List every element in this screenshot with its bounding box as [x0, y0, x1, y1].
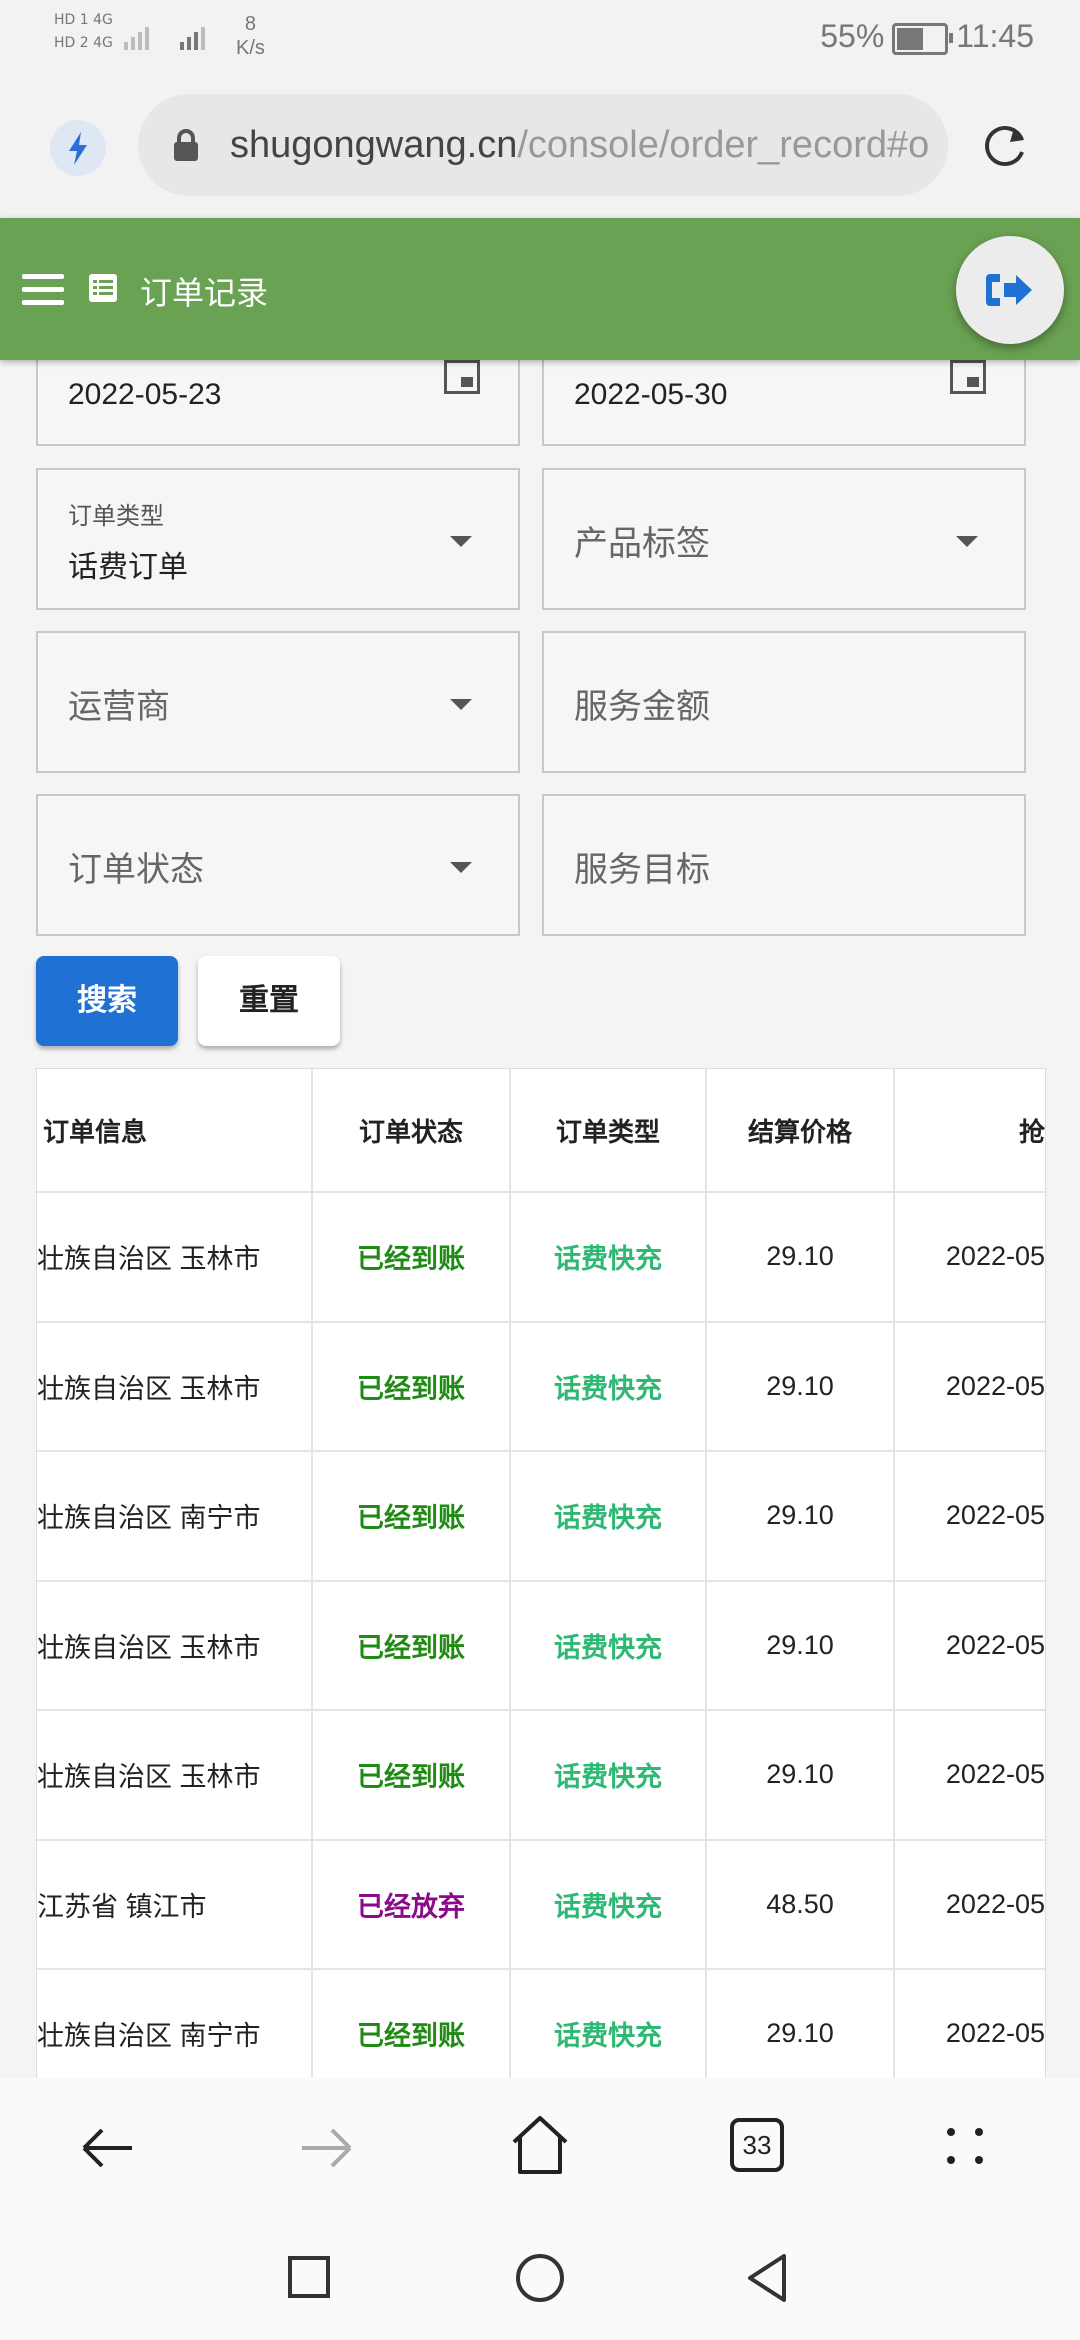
cell-order-info: 壮族自治区 玉林市 — [37, 1581, 313, 1711]
menu-icon[interactable] — [22, 274, 64, 305]
cell-settle-price: 29.10 — [707, 1711, 895, 1841]
network-speed: 8 K/s — [236, 13, 265, 59]
list-icon — [89, 274, 117, 302]
more-icon[interactable] — [940, 2118, 990, 2174]
cell-grab-time: 2022-05 — [895, 1970, 1045, 2079]
tabs-icon[interactable]: 33 — [730, 2118, 784, 2172]
cell-order-info: 壮族自治区 南宁市 — [37, 1970, 313, 2079]
app-header: 订单记录 — [0, 218, 1080, 360]
lock-icon — [174, 129, 198, 161]
clock: 11:45 — [956, 18, 1034, 54]
order-table: 订单信息 订单状态 订单类型 结算价格 抢 壮族自治区 玉林市 已经到账 话费快充 2… — [36, 1068, 1046, 2080]
column-header-grab-time: 抢 — [895, 1069, 1045, 1193]
cell-settle-price: 29.10 — [707, 1322, 895, 1452]
cell-grab-time: 2022-05 — [895, 1711, 1045, 1841]
cell-order-type: 话费快充 — [511, 1322, 707, 1452]
cell-grab-time: 2022-05 — [895, 1452, 1045, 1582]
carrier-select[interactable]: 运营商 — [36, 631, 520, 773]
cell-order-info: 江苏省 镇江市 — [37, 1840, 313, 1970]
cell-settle-price: 29.10 — [707, 1581, 895, 1711]
cell-grab-time: 2022-05 — [895, 1323, 1045, 1452]
browser-bottom-nav: 33 — [0, 2078, 1080, 2218]
status-right: 55% 11:45 — [820, 18, 1034, 55]
cell-order-type: 话费快充 — [511, 1581, 707, 1711]
order-status-select[interactable]: 订单状态 — [36, 794, 520, 936]
cell-order-status: 已经到账 — [313, 1581, 511, 1711]
column-header-order-status: 订单状态 — [313, 1069, 511, 1193]
cell-settle-price: 48.50 — [707, 1840, 895, 1970]
product-tag-select[interactable]: 产品标签 — [542, 468, 1026, 610]
order-type-value: 话费订单 — [68, 551, 188, 584]
service-amount-input[interactable]: 服务金额 — [542, 631, 1026, 773]
page-title: 订单记录 — [140, 275, 269, 311]
battery-icon — [892, 22, 954, 55]
cell-order-type: 话费快充 — [511, 1840, 707, 1970]
lightning-icon[interactable] — [50, 120, 106, 176]
sim-indicator: HD 1 4G HD 2 4G — [54, 12, 113, 51]
column-header-order-info: 订单信息 — [37, 1069, 313, 1193]
recents-icon[interactable] — [288, 2256, 330, 2298]
cell-settle-price: 29.10 — [707, 1970, 895, 2079]
chevron-down-icon — [450, 862, 472, 873]
order-type-select[interactable]: 订单类型 话费订单 — [36, 468, 520, 610]
cell-order-info: 壮族自治区 南宁市 — [37, 1452, 313, 1582]
service-target-input[interactable]: 服务目标 — [542, 794, 1026, 936]
cell-order-type: 话费快充 — [511, 1711, 707, 1841]
back-triangle-icon[interactable] — [744, 2252, 790, 2304]
cell-order-status: 已经到账 — [313, 1970, 511, 2079]
chevron-down-icon — [956, 536, 978, 547]
search-button[interactable]: 搜索 — [36, 956, 178, 1046]
cell-grab-time: 2022-05 — [895, 1841, 1045, 1970]
cell-order-status: 已经到账 — [313, 1452, 511, 1582]
cell-order-status: 已经到账 — [313, 1711, 511, 1841]
cell-order-type: 话费快充 — [511, 1970, 707, 2079]
chevron-down-icon — [450, 699, 472, 710]
home-icon[interactable] — [508, 2112, 572, 2178]
back-arrow-icon[interactable] — [76, 2116, 140, 2180]
cell-grab-time: 2022-05 — [895, 1193, 1045, 1323]
calendar-icon[interactable] — [444, 360, 480, 394]
cell-order-type: 话费快充 — [511, 1193, 707, 1323]
calendar-icon[interactable] — [950, 360, 986, 394]
cell-settle-price: 29.10 — [707, 1452, 895, 1582]
cell-order-info: 壮族自治区 玉林市 — [37, 1711, 313, 1841]
chevron-down-icon — [450, 536, 472, 547]
logout-icon — [986, 274, 1032, 306]
order-type-label: 订单类型 — [68, 503, 164, 530]
cell-order-status: 已经到账 — [313, 1193, 511, 1323]
forward-arrow-icon[interactable] — [294, 2116, 358, 2180]
column-header-settle-price: 结算价格 — [707, 1069, 895, 1193]
system-nav-bar — [0, 2218, 1080, 2340]
url-text[interactable]: shugongwang.cn/console/order_record#ordi — [230, 124, 930, 167]
cell-order-info: 壮族自治区 玉林市 — [37, 1193, 313, 1323]
cell-grab-time: 2022-05 — [895, 1582, 1045, 1711]
status-bar: HD 1 4G HD 2 4G 8 K/s 55% 11:45 — [0, 0, 1080, 80]
logout-button[interactable] — [956, 236, 1064, 344]
reload-icon[interactable] — [978, 118, 1034, 174]
cell-order-status: 已经到账 — [313, 1322, 511, 1452]
home-circle-icon[interactable] — [516, 2254, 564, 2302]
reset-button[interactable]: 重置 — [198, 956, 340, 1046]
signal-icon — [124, 27, 205, 50]
battery-percent: 55% — [820, 18, 885, 54]
cell-settle-price: 29.10 — [707, 1193, 895, 1323]
cell-order-type: 话费快充 — [511, 1452, 707, 1582]
column-header-order-type: 订单类型 — [511, 1069, 707, 1193]
cell-order-status: 已经放弃 — [313, 1840, 511, 1970]
cell-order-info: 壮族自治区 玉林市 — [37, 1322, 313, 1452]
